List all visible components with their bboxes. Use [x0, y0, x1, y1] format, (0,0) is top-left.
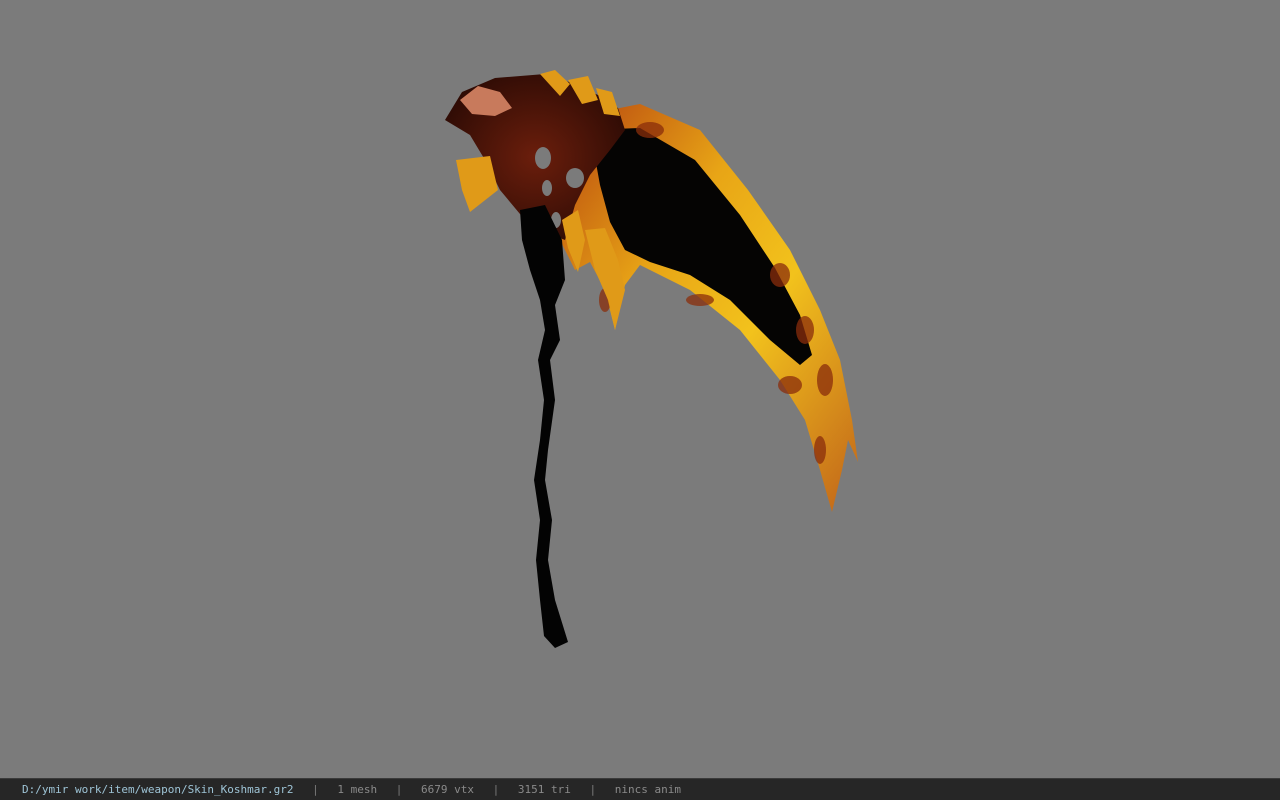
3d-viewport[interactable]	[0, 0, 1280, 778]
status-bar: D:/ymir work/item/weapon/Skin_Koshmar.gr…	[0, 778, 1280, 800]
status-separator: |	[492, 783, 500, 796]
vertex-count-text: 6679 vtx	[421, 783, 475, 796]
triangle-count-text: 3151 tri	[517, 783, 571, 796]
status-separator: |	[312, 783, 319, 796]
status-separator: |	[589, 783, 597, 796]
scythe-handle	[520, 205, 568, 648]
scythe-model-render	[445, 70, 858, 648]
mesh-count-text: 1 mesh	[337, 783, 378, 796]
status-separator: |	[395, 783, 403, 796]
file-path-text: D:/ymir work/item/weapon/Skin_Koshmar.gr…	[22, 783, 294, 796]
animation-status-text: nincs anim	[614, 783, 681, 796]
